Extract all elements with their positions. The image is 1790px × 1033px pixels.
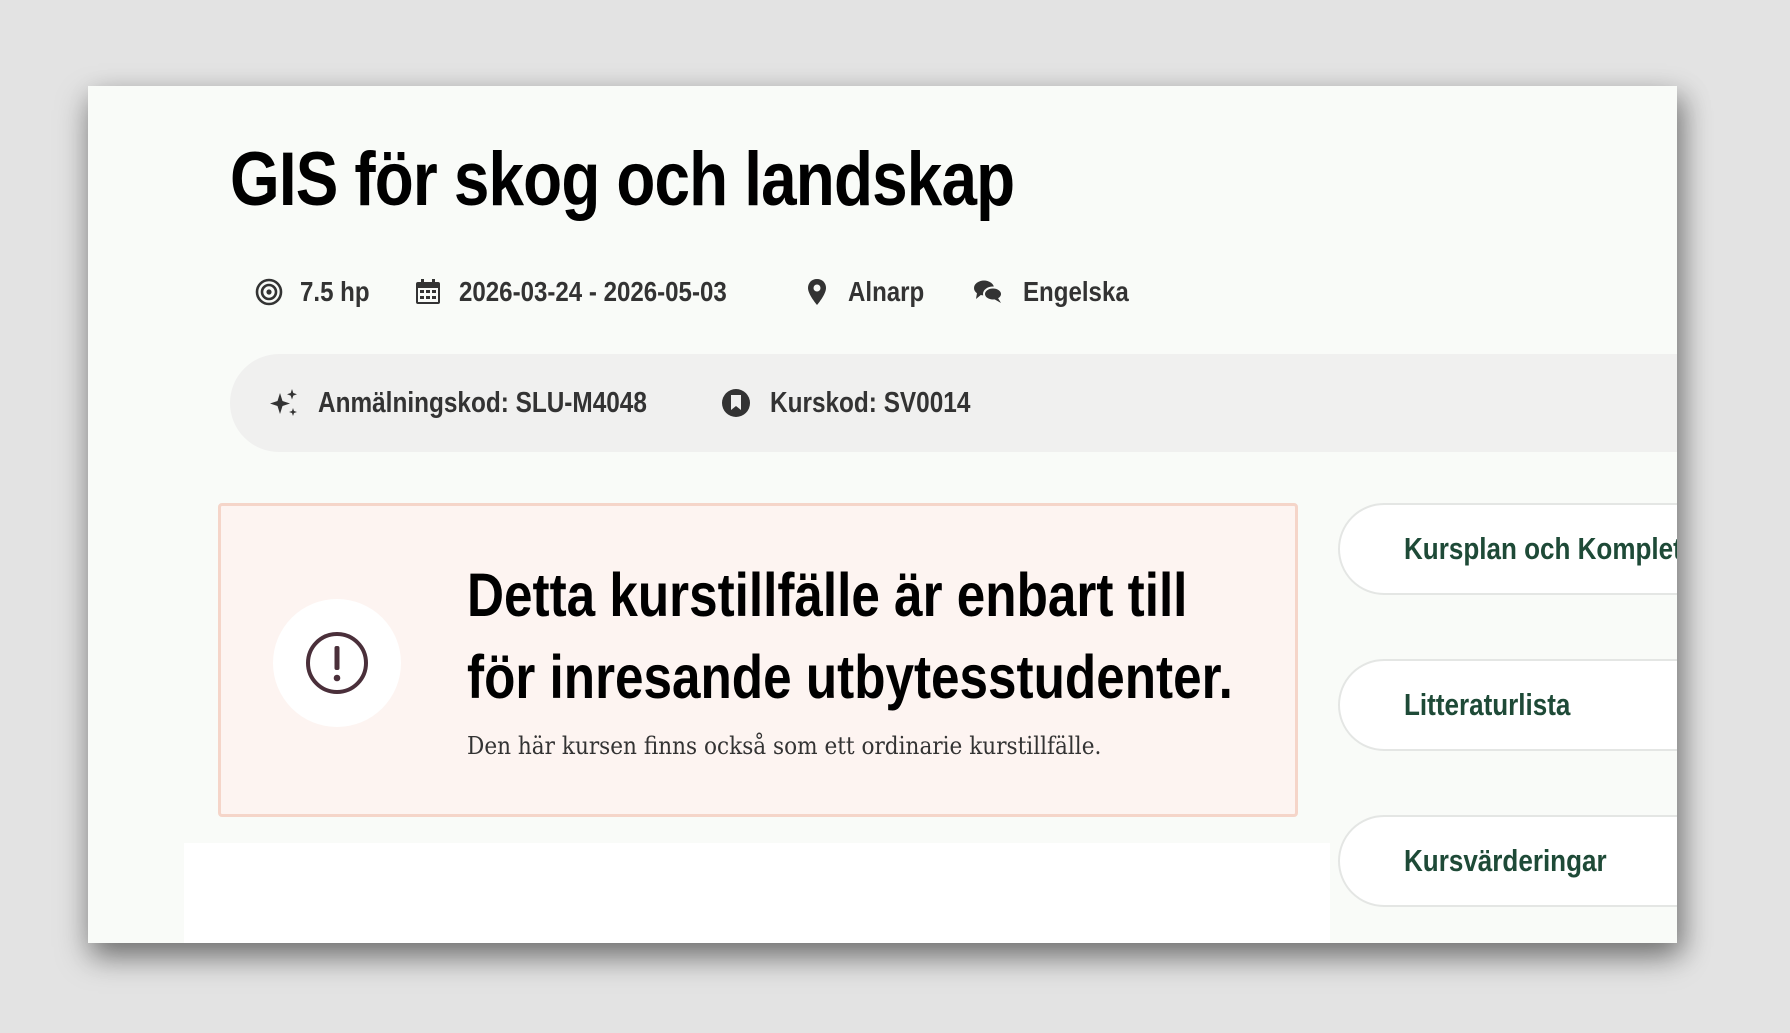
meta-language: Engelska — [969, 276, 1132, 308]
credits-text: 7.5 hp — [300, 276, 370, 307]
exclamation-circle-icon — [306, 632, 368, 694]
bookmark-icon — [721, 389, 750, 417]
course-code: Kurskod: SV0014 — [720, 387, 979, 420]
notice-text: Den här kursen finns också som ett ordin… — [467, 732, 1102, 760]
meta-credits: 7.5 hp — [254, 276, 370, 308]
course-evaluations-link-label: Kursvärderingar — [1404, 843, 1607, 878]
course-page: GIS för skog och landskap 7.5 hp 2026-03… — [88, 86, 1677, 943]
exchange-notice: Detta kurstillfälle är enbart till för i… — [218, 503, 1298, 817]
location-text: Alnarp — [848, 276, 925, 307]
dates-text: 2026-03-24 - 2026-05-03 — [458, 276, 727, 307]
syllabus-link-label: Kursplan och Komplet — [1404, 531, 1677, 566]
literature-list-link[interactable]: Litteraturlista — [1338, 659, 1677, 751]
calendar-icon — [415, 279, 440, 304]
location-pin-icon — [808, 279, 827, 305]
chat-bubbles-icon — [973, 280, 1003, 303]
notice-heading: Detta kurstillfälle är enbart till för i… — [467, 561, 1233, 711]
course-code-text: Kurskod: SV0014 — [769, 386, 970, 419]
language-text: Engelska — [1022, 276, 1129, 307]
sparkle-icon — [270, 389, 297, 416]
course-codes-bar: Anmälningskod: SLU-M4048 Kurskod: SV0014 — [230, 354, 1677, 452]
course-evaluations-link[interactable]: Kursvärderingar — [1338, 815, 1677, 907]
application-code: Anmälningskod: SLU-M4048 — [268, 387, 680, 420]
target-icon — [255, 278, 283, 306]
syllabus-link[interactable]: Kursplan och Komplet — [1338, 503, 1677, 595]
literature-list-link-label: Litteraturlista — [1404, 687, 1571, 722]
meta-location: Alnarp — [802, 276, 925, 308]
page-title: GIS för skog och landskap — [230, 137, 1015, 222]
meta-dates: 2026-03-24 - 2026-05-03 — [413, 276, 756, 308]
content-panel — [184, 843, 1330, 943]
notice-icon-circle — [273, 599, 401, 727]
course-meta: 7.5 hp 2026-03-24 - 2026-05-03 Alnarp En… — [254, 272, 1132, 312]
application-code-text: Anmälningskod: SLU-M4048 — [318, 386, 647, 419]
